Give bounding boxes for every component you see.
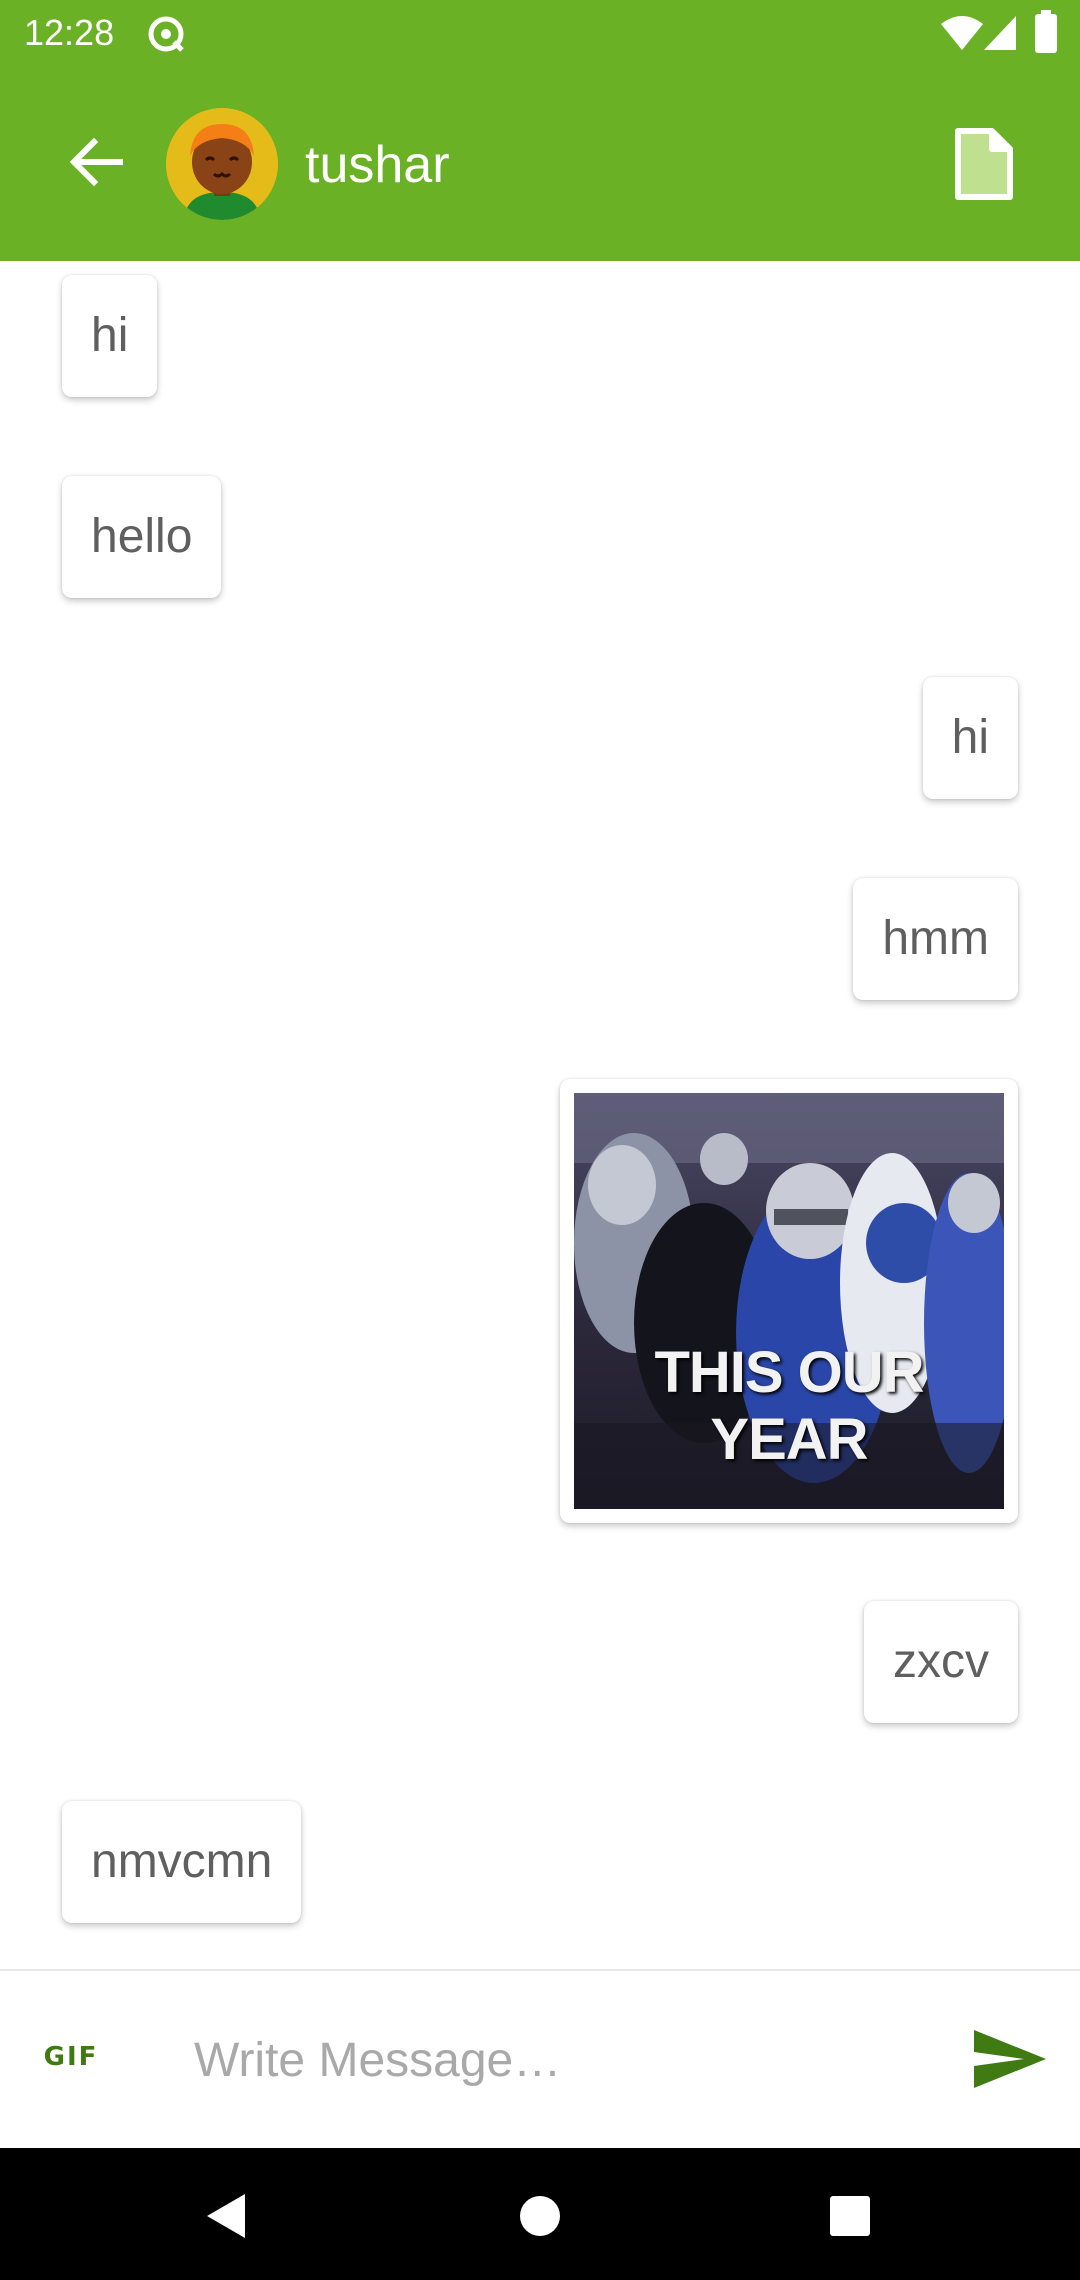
message-bubble-outgoing[interactable]: zxcv <box>864 1601 1018 1723</box>
home-circle-icon <box>518 2194 562 2243</box>
arrow-back-icon <box>66 132 126 197</box>
file-icon <box>954 127 1014 206</box>
avatar[interactable] <box>166 108 278 220</box>
gif-caption: THIS OUR YEAR <box>654 1340 924 1472</box>
message-text: hi <box>951 711 989 764</box>
message-list[interactable]: hi hello hi hmm THIS OUR YEAR zxcv nmvcm… <box>0 261 1080 1969</box>
avatar-image <box>166 108 278 220</box>
send-icon <box>972 2028 1048 2095</box>
system-nav-bar <box>0 2148 1080 2280</box>
gif-message-bubble[interactable]: THIS OUR YEAR <box>560 1079 1018 1523</box>
nav-back-button[interactable] <box>185 2178 265 2258</box>
message-bubble-outgoing[interactable]: hmm <box>853 878 1018 1000</box>
back-triangle-icon <box>203 2192 247 2245</box>
message-input[interactable] <box>170 2005 930 2115</box>
message-composer: GIF <box>0 1969 1080 2148</box>
battery-icon <box>1034 10 1058 59</box>
contact-name[interactable]: tushar <box>305 134 450 196</box>
send-button[interactable] <box>962 2016 1058 2106</box>
status-bar: 12:28 <box>0 0 1080 66</box>
message-bubble-incoming[interactable]: hi <box>62 275 158 397</box>
message-text: nmvcmn <box>91 1835 273 1888</box>
nav-recents-button[interactable] <box>810 2178 890 2258</box>
nav-home-button[interactable] <box>500 2178 580 2258</box>
message-text: hmm <box>882 912 989 965</box>
signal-icon <box>982 14 1018 57</box>
back-button[interactable] <box>52 120 140 208</box>
recents-square-icon <box>829 2195 871 2242</box>
gif-image[interactable]: THIS OUR YEAR <box>574 1093 1004 1509</box>
message-text: hello <box>91 510 193 563</box>
app-bar: tushar <box>0 66 1080 261</box>
message-bubble-incoming[interactable]: hello <box>62 476 222 598</box>
gif-button[interactable]: GIF <box>36 2027 106 2087</box>
file-button[interactable] <box>938 120 1030 212</box>
message-bubble-incoming[interactable]: nmvcmn <box>62 1801 302 1923</box>
status-time: 12:28 <box>24 12 115 53</box>
message-text: hi <box>91 309 129 362</box>
message-bubble-outgoing[interactable]: hi <box>922 677 1018 799</box>
message-text: zxcv <box>893 1635 989 1688</box>
notification-at-icon <box>146 14 186 59</box>
wifi-icon <box>940 14 984 57</box>
gif-icon: GIF <box>43 2042 99 2072</box>
